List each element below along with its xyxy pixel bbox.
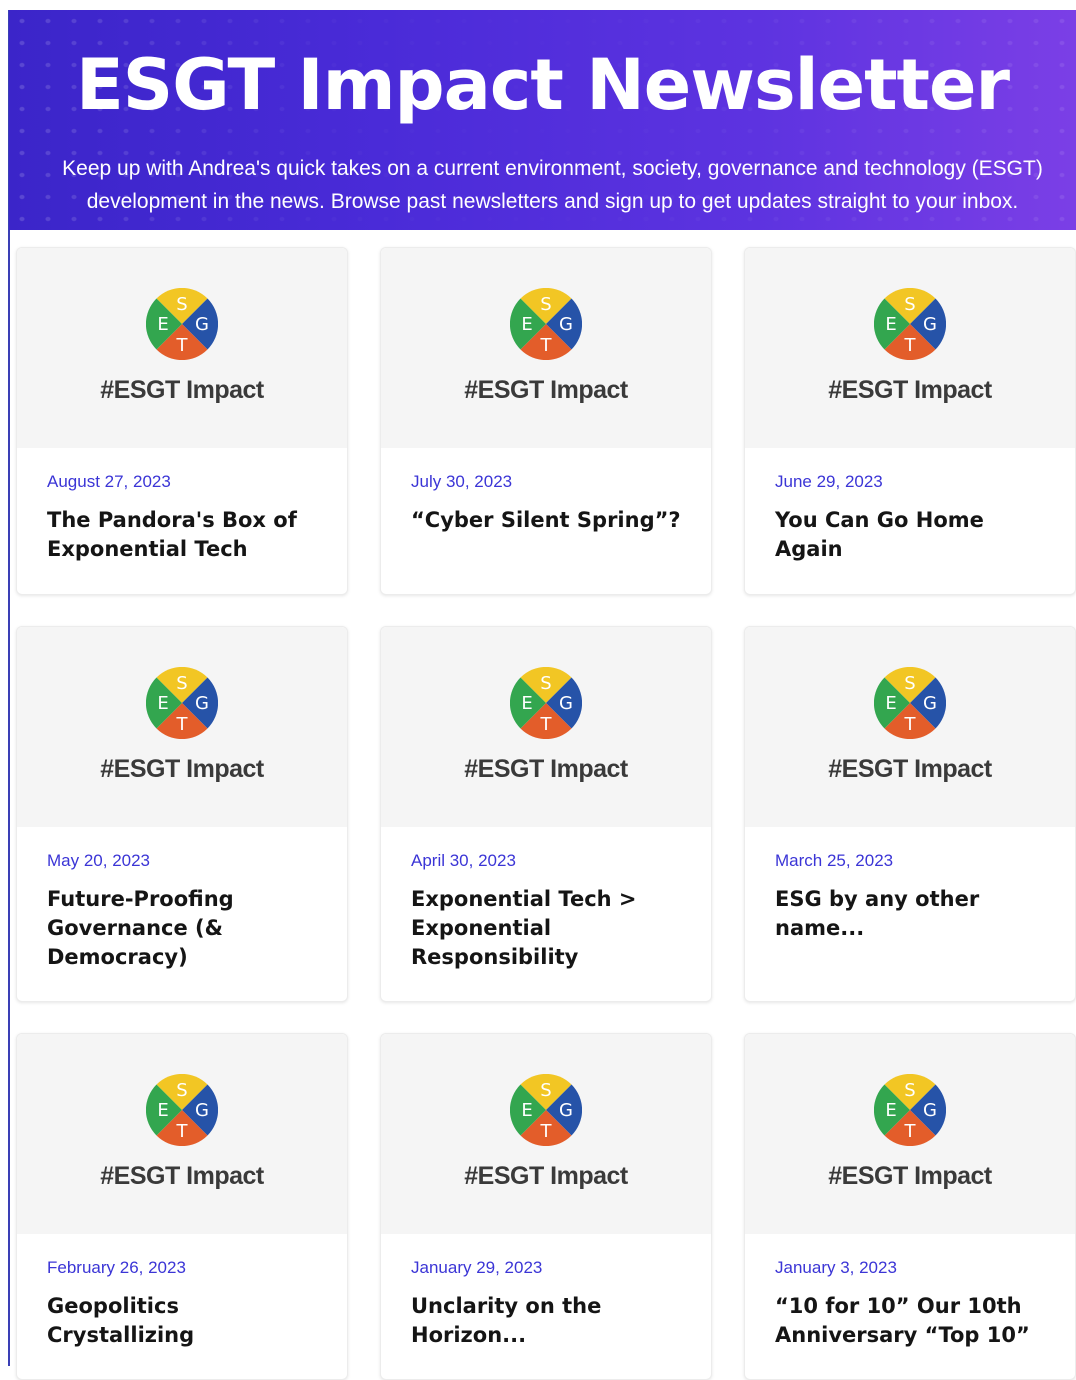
card-thumbnail: S E G T #ESGT Impact [745,248,1075,448]
svg-text:G: G [559,693,573,714]
svg-text:S: S [540,673,551,694]
esgt-logo-icon: S E G T [146,667,218,739]
svg-text:G: G [923,693,937,714]
svg-text:E: E [885,1100,896,1121]
card-tag: #ESGT Impact [828,1162,992,1190]
svg-text:T: T [176,1121,189,1142]
card-tag: #ESGT Impact [464,376,628,404]
card-tag: #ESGT Impact [100,755,264,783]
newsletter-card[interactable]: S E G T #ESGT Impact January 3, 2023 “10… [744,1033,1076,1380]
post-date: January 3, 2023 [775,1258,897,1277]
newsletter-description: Keep up with Andrea's quick takes on a c… [29,152,1076,218]
svg-text:G: G [923,314,937,335]
post-date: August 27, 2023 [47,472,171,491]
post-date: April 30, 2023 [411,851,516,870]
description-line-1: Keep up with Andrea's quick takes on a c… [62,157,1043,180]
post-title[interactable]: You Can Go Home Again [775,506,1045,564]
svg-text:T: T [540,714,553,735]
svg-text:T: T [540,335,553,356]
svg-text:S: S [540,294,551,315]
newsletter-card[interactable]: S E G T #ESGT Impact June 29, 2023 You C… [744,247,1076,595]
newsletter-card[interactable]: S E G T #ESGT Impact April 30, 2023 Expo… [380,626,712,1002]
post-title[interactable]: Exponential Tech > Exponential Responsib… [411,885,681,972]
svg-text:G: G [195,314,209,335]
card-tag: #ESGT Impact [464,1162,628,1190]
esgt-logo-icon: S E G T [510,667,582,739]
svg-text:G: G [559,1100,573,1121]
post-title[interactable]: “10 for 10” Our 10th Anniversary “Top 10… [775,1292,1045,1350]
newsletter-card[interactable]: S E G T #ESGT Impact March 25, 2023 ESG … [744,626,1076,1002]
newsletter-hero-banner: ESGT Impact Newsletter Keep up with Andr… [9,10,1076,230]
svg-text:G: G [195,1100,209,1121]
svg-text:E: E [885,693,896,714]
newsletter-card[interactable]: S E G T #ESGT Impact July 30, 2023 “Cybe… [380,247,712,595]
card-thumbnail: S E G T #ESGT Impact [17,248,347,448]
svg-text:E: E [521,1100,532,1121]
description-line-2: development in the news. Browse past new… [86,190,1019,213]
svg-text:E: E [885,314,896,335]
card-thumbnail: S E G T #ESGT Impact [381,627,711,827]
svg-text:T: T [540,1121,553,1142]
svg-text:S: S [904,1080,915,1101]
svg-text:T: T [904,1121,917,1142]
post-date: February 26, 2023 [47,1258,186,1277]
newsletter-card[interactable]: S E G T #ESGT Impact May 20, 2023 Future… [16,626,348,1002]
svg-text:G: G [923,1100,937,1121]
post-title[interactable]: ESG by any other name... [775,885,1045,943]
post-date: July 30, 2023 [411,472,513,491]
esgt-logo-icon: S E G T [146,288,218,360]
post-title[interactable]: Geopolitics Crystallizing [47,1292,317,1350]
post-date: January 29, 2023 [411,1258,543,1277]
svg-text:S: S [176,294,187,315]
page-title: ESGT Impact Newsletter [75,44,1010,126]
newsletter-card[interactable]: S E G T #ESGT Impact January 29, 2023 Un… [380,1033,712,1380]
svg-text:E: E [521,314,532,335]
esgt-logo-icon: S E G T [874,1074,946,1146]
svg-text:G: G [559,314,573,335]
card-tag: #ESGT Impact [828,755,992,783]
card-tag: #ESGT Impact [100,1162,264,1190]
svg-text:S: S [904,294,915,315]
esgt-logo-icon: S E G T [874,667,946,739]
svg-text:T: T [176,335,189,356]
svg-text:S: S [540,1080,551,1101]
svg-text:S: S [176,1080,187,1101]
card-thumbnail: S E G T #ESGT Impact [381,248,711,448]
svg-text:S: S [176,673,187,694]
newsletter-card[interactable]: S E G T #ESGT Impact August 27, 2023 The… [16,247,348,595]
card-thumbnail: S E G T #ESGT Impact [381,1034,711,1234]
svg-text:E: E [157,314,168,335]
svg-text:G: G [195,693,209,714]
card-tag: #ESGT Impact [464,755,628,783]
esgt-logo-icon: S E G T [510,288,582,360]
svg-text:T: T [904,714,917,735]
card-thumbnail: S E G T #ESGT Impact [745,627,1075,827]
post-title[interactable]: Future-Proofing Governance (& Democracy) [47,885,317,972]
card-thumbnail: S E G T #ESGT Impact [17,1034,347,1234]
post-title[interactable]: “Cyber Silent Spring”? [411,506,681,535]
card-tag: #ESGT Impact [828,376,992,404]
esgt-logo-icon: S E G T [874,288,946,360]
post-date: March 25, 2023 [775,851,894,870]
svg-text:S: S [904,673,915,694]
post-date: May 20, 2023 [47,851,151,870]
esgt-logo-icon: S E G T [146,1074,218,1146]
card-thumbnail: S E G T #ESGT Impact [17,627,347,827]
post-date: June 29, 2023 [775,472,883,491]
card-thumbnail: S E G T #ESGT Impact [745,1034,1075,1234]
esgt-logo-icon: S E G T [510,1074,582,1146]
card-tag: #ESGT Impact [100,376,264,404]
svg-text:T: T [176,714,189,735]
svg-text:E: E [157,693,168,714]
svg-text:E: E [157,1100,168,1121]
post-title[interactable]: The Pandora's Box of Exponential Tech [47,506,317,564]
svg-text:E: E [521,693,532,714]
post-title[interactable]: Unclarity on the Horizon... [411,1292,681,1350]
svg-text:T: T [904,335,917,356]
newsletter-card[interactable]: S E G T #ESGT Impact February 26, 2023 G… [16,1033,348,1380]
